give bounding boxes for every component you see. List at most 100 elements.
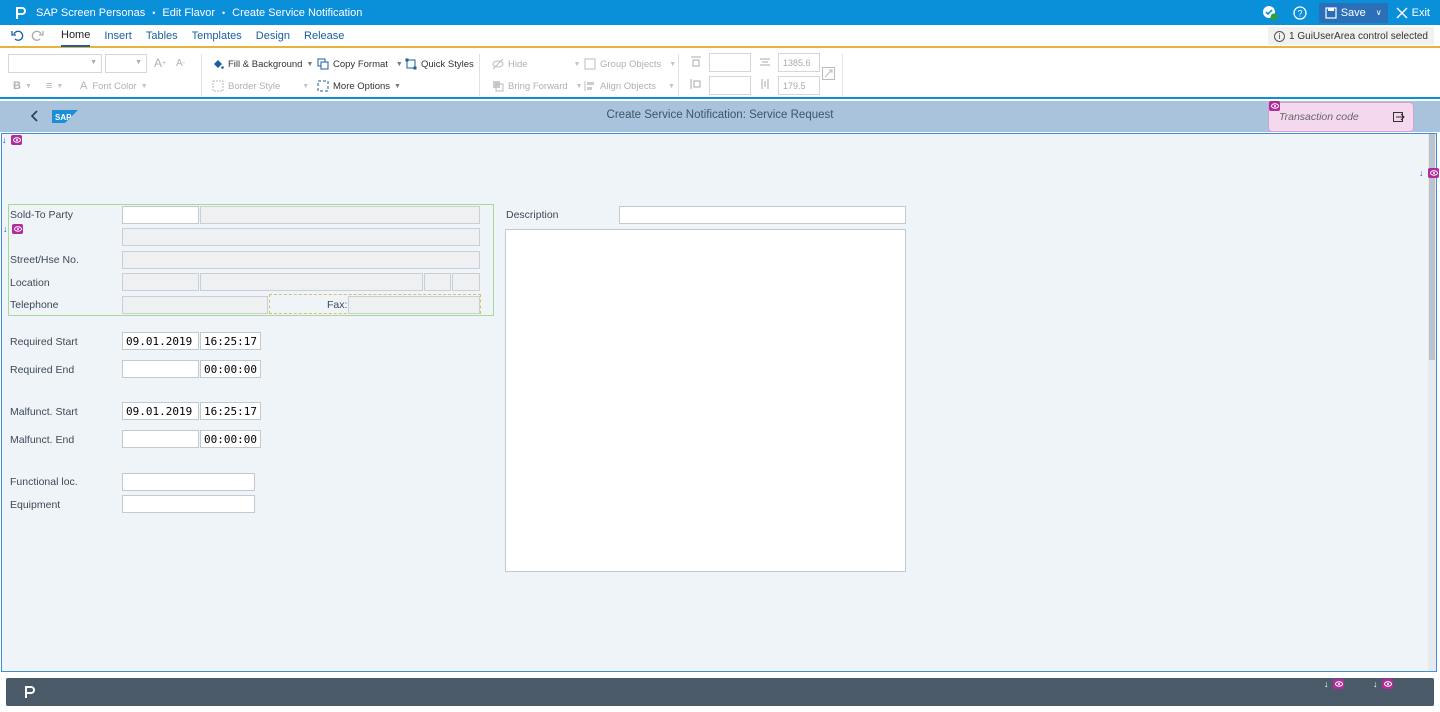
description-long-text[interactable] xyxy=(505,229,906,572)
save-label: Save xyxy=(1340,6,1366,19)
undo-icon[interactable] xyxy=(9,28,25,44)
position-y-input[interactable] xyxy=(709,76,751,95)
arrow-down-icon: ↓ xyxy=(1373,679,1378,689)
align-objects-icon xyxy=(584,80,596,92)
sap-screen-header: SAP Create Service Notification: Service… xyxy=(0,101,1440,132)
save-icon xyxy=(1325,6,1337,19)
align-objects-label: Align Objects xyxy=(600,80,656,92)
check-badge-icon[interactable] xyxy=(1259,2,1281,24)
location-label: Location xyxy=(10,277,50,289)
title-bar-actions: ? Save ∨ Exit xyxy=(1255,0,1434,25)
position-y-icon xyxy=(690,78,702,90)
visibility-marker[interactable]: ↓ xyxy=(1324,679,1344,689)
align-text-icon[interactable]: ≡ ▼ xyxy=(46,80,63,92)
hide-label: Hide xyxy=(508,58,528,70)
visibility-marker[interactable]: ↓ xyxy=(1373,679,1393,689)
sold-to-party-name2-field xyxy=(122,228,480,246)
arrow-down-icon: ↓ xyxy=(2,135,7,145)
quick-styles-label: Quick Styles xyxy=(421,58,474,70)
decrease-font-icon[interactable]: A- xyxy=(176,58,185,69)
screen-title: Create Service Notification: Service Req… xyxy=(606,109,834,121)
increase-font-icon[interactable]: A + xyxy=(154,56,166,70)
malfunct-end-time-input[interactable]: 00:00:00 xyxy=(200,430,261,448)
breadcrumb-separator: • xyxy=(221,7,226,18)
font-color-button[interactable]: A Font Color ▼ xyxy=(80,80,148,92)
required-end-time-input[interactable]: 00:00:00 xyxy=(200,360,261,378)
position-x-icon xyxy=(690,56,702,68)
required-end-date-input[interactable] xyxy=(122,360,199,378)
selection-info: i 1 GuiUserArea control selected xyxy=(1268,27,1434,45)
more-options-button[interactable]: More Options ▼ xyxy=(317,80,401,92)
height-input[interactable]: 179.5 xyxy=(778,76,820,95)
align-objects-button[interactable]: Align Objects ▼ xyxy=(584,80,675,92)
tab-insert[interactable]: Insert xyxy=(104,24,132,47)
position-x-input[interactable] xyxy=(709,53,751,72)
eye-icon xyxy=(1428,168,1439,178)
region-field xyxy=(452,273,480,291)
malfunct-end-label: Malfunct. End xyxy=(10,434,75,446)
width-input[interactable]: 1385.6 xyxy=(778,53,820,72)
hide-eye-icon xyxy=(492,58,504,70)
enter-icon[interactable] xyxy=(1393,111,1405,123)
tab-templates[interactable]: Templates xyxy=(192,24,242,47)
sold-to-party-input[interactable] xyxy=(122,206,199,224)
quick-styles-button[interactable]: Quick Styles xyxy=(405,58,474,70)
copy-format-label: Copy Format xyxy=(333,58,388,70)
help-icon[interactable]: ? xyxy=(1289,2,1311,24)
font-family-select[interactable]: ▼ xyxy=(8,54,102,73)
required-start-label: Required Start xyxy=(10,336,78,348)
breadcrumb-edit-flavor[interactable]: Edit Flavor xyxy=(162,7,215,19)
bold-icon[interactable]: B ▼ xyxy=(13,80,32,92)
bring-forward-button[interactable]: Bring Forward ▼ xyxy=(492,80,583,92)
hide-button[interactable]: Hide ▼ xyxy=(492,58,580,70)
ribbon-separator xyxy=(678,54,679,96)
malfunct-end-date-input[interactable] xyxy=(122,430,199,448)
fax-field xyxy=(348,296,480,314)
quick-styles-icon xyxy=(405,58,417,70)
tab-tables[interactable]: Tables xyxy=(146,24,178,47)
malfunct-start-time-input[interactable]: 16:25:17 xyxy=(200,402,261,420)
height-icon xyxy=(759,78,771,90)
telephone-field xyxy=(122,296,268,314)
eye-icon xyxy=(1269,101,1280,111)
border-style-button[interactable]: Border Style ▼ xyxy=(212,80,309,92)
malfunct-start-label: Malfunct. Start xyxy=(10,406,78,418)
tab-release[interactable]: Release xyxy=(304,24,344,47)
malfunct-start-date-input[interactable]: 09.01.2019 xyxy=(122,402,199,420)
personas-menu-icon[interactable] xyxy=(22,685,36,699)
functional-loc-input[interactable] xyxy=(122,473,255,491)
info-icon: i xyxy=(1274,30,1286,42)
telephone-label: Telephone xyxy=(10,299,59,311)
copy-format-button[interactable]: Copy Format ▼ xyxy=(317,58,403,70)
redo-icon[interactable] xyxy=(29,28,45,44)
tab-home[interactable]: Home xyxy=(61,24,91,47)
border-style-icon xyxy=(212,80,224,92)
eye-icon xyxy=(12,224,23,234)
description-short-input[interactable] xyxy=(619,206,906,224)
ribbon-separator xyxy=(201,54,202,96)
visibility-marker[interactable] xyxy=(1269,101,1280,111)
fill-background-button[interactable]: Fill & Background ▼ xyxy=(212,58,313,70)
visibility-marker[interactable]: ↓ xyxy=(3,224,23,234)
tab-design[interactable]: Design xyxy=(256,24,290,47)
transaction-code-input[interactable]: Transaction code xyxy=(1268,102,1414,132)
required-start-date-input[interactable]: 09.01.2019 xyxy=(122,332,199,350)
width-icon xyxy=(759,56,771,68)
exit-button[interactable]: Exit xyxy=(1392,3,1434,23)
eye-icon xyxy=(11,135,22,145)
group-objects-button[interactable]: Group Objects ▼ xyxy=(584,58,676,70)
resize-icon[interactable] xyxy=(822,67,835,80)
font-size-select[interactable]: ▼ xyxy=(105,54,147,73)
menu-tab-bar: Home Insert Tables Templates Design Rele… xyxy=(0,25,1440,48)
city-field xyxy=(200,273,423,291)
save-button[interactable]: Save ∨ xyxy=(1318,2,1388,23)
eye-icon xyxy=(1333,679,1344,689)
equipment-input[interactable] xyxy=(122,495,255,513)
postal-code-field xyxy=(122,273,199,291)
visibility-marker[interactable]: ↓ xyxy=(2,135,22,145)
breadcrumb-transaction: Create Service Notification xyxy=(232,6,363,19)
visibility-marker[interactable]: ↓ xyxy=(1419,168,1439,178)
group-objects-label: Group Objects xyxy=(600,58,662,70)
chevron-down-icon[interactable]: ∨ xyxy=(1376,8,1382,17)
required-start-time-input[interactable]: 16:25:17 xyxy=(200,332,261,350)
